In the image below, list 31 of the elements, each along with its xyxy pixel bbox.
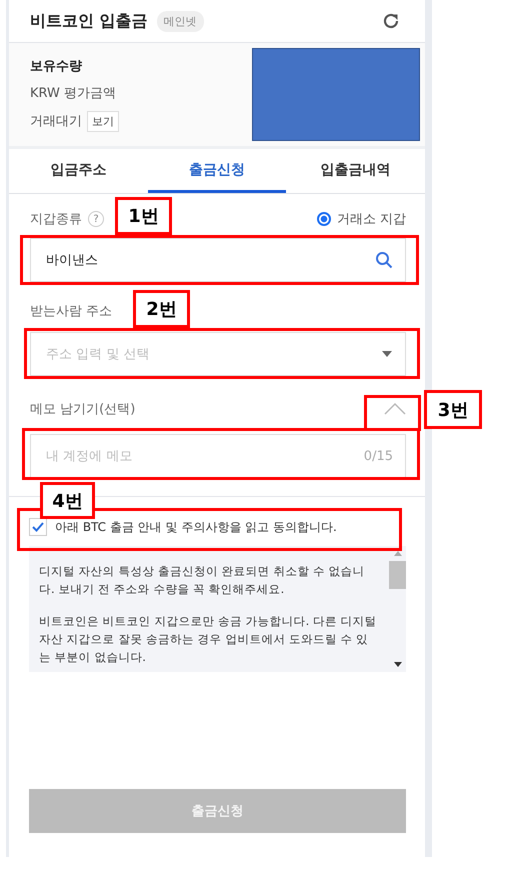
panel-title: 비트코인 입출금 [30, 10, 148, 32]
scroll-up-icon[interactable] [392, 550, 402, 556]
caret-icon[interactable] [381, 350, 393, 358]
refresh-icon[interactable] [381, 11, 401, 31]
scroll-thumb[interactable] [389, 561, 406, 589]
annotation-label: 1번 [115, 197, 172, 235]
tab[interactable]: 입출금내역 [286, 149, 426, 193]
checkbox[interactable] [29, 518, 47, 536]
character-counter: 0/15 [364, 448, 393, 464]
tab[interactable]: 출금신청 [148, 149, 286, 193]
field-label: 메모 남기기(선택) [30, 401, 136, 418]
view-button[interactable]: 보기 [87, 110, 119, 132]
summary-label: KRW 평가금액 [30, 84, 116, 102]
network-badge: 메인넷 [156, 10, 204, 32]
annotation-label: 2번 [133, 290, 190, 328]
summary-label: 보유수량 [30, 58, 82, 74]
radio-label: 거래소 지갑 [336, 211, 406, 228]
radio-button[interactable] [316, 212, 331, 226]
search-icon[interactable] [375, 251, 393, 269]
checkbox-label: 아래 BTC 출금 안내 및 주의사항을 읽고 동의합니다. [55, 518, 337, 536]
scroll-down-icon[interactable] [392, 662, 402, 668]
field-label: 받는사람 주소 [30, 303, 112, 321]
tab[interactable]: 입금주소 [9, 149, 148, 193]
summary-label: 거래대기 [30, 113, 82, 130]
search-field[interactable]: 바이낸스 [30, 238, 406, 282]
field-label: 지갑종류 [30, 211, 82, 228]
notice-paragraph: 디지털 자산의 특성상 출금신청이 완료되면 취소할 수 없습니다. 보내기 전 주소와 수량을 꼭 확인해주세요. [39, 563, 366, 598]
annotation-label: 4번 [40, 482, 95, 519]
notice-paragraph: 비트코인은 비트코인 지갑으로만 송금 가능합니다. 다른 디지털 자산 지갑으로 잘못 송금하는 경우 업비트에서 도와드릴 수 있는 부분이 없습니다. [39, 613, 378, 666]
help-icon[interactable]: ? [88, 211, 104, 227]
annotation-label: 3번 [424, 390, 482, 429]
